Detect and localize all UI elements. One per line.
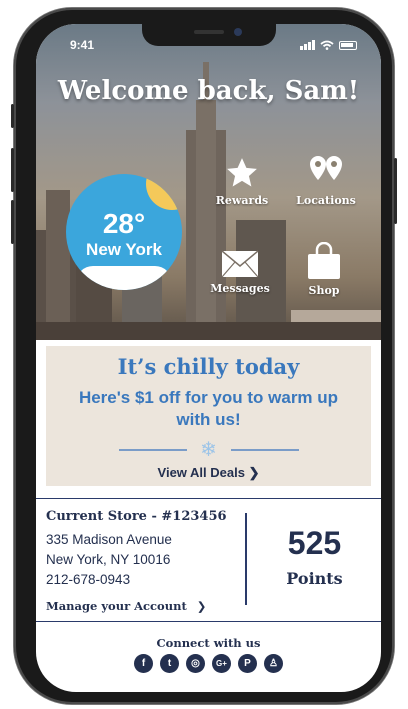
mute-switch bbox=[11, 104, 14, 128]
social-links: f t ◎ G+ P ♙ bbox=[36, 654, 381, 673]
messages-button[interactable]: Messages bbox=[202, 250, 278, 295]
power-button bbox=[394, 158, 397, 224]
points-label: Points bbox=[286, 569, 343, 588]
wifi-icon bbox=[320, 40, 334, 50]
locations-button[interactable]: Locations bbox=[288, 154, 364, 207]
pinterest-icon[interactable]: P bbox=[238, 654, 257, 673]
rewards-label: Rewards bbox=[215, 194, 269, 207]
map-pin-icon bbox=[310, 156, 342, 180]
status-icons bbox=[300, 40, 357, 50]
app-screen: 9:41 Welcome back, Sam! 28° New York Rew… bbox=[36, 24, 381, 692]
volume-up-button bbox=[11, 148, 14, 192]
store-address-line1: 335 Madison Avenue bbox=[46, 532, 172, 547]
manage-account-link[interactable]: Manage your Account ❯ bbox=[46, 599, 206, 613]
shopping-bag-icon bbox=[308, 242, 340, 279]
snapchat-icon[interactable]: ♙ bbox=[264, 654, 283, 673]
weather-widget[interactable]: 28° New York bbox=[66, 174, 182, 290]
store-section: Current Store - #123456 335 Madison Aven… bbox=[36, 498, 381, 622]
instagram-icon[interactable]: ◎ bbox=[186, 654, 205, 673]
connect-label: Connect with us bbox=[156, 636, 261, 650]
messages-label: Messages bbox=[210, 282, 270, 295]
welcome-heading: Welcome back, Sam! bbox=[57, 76, 360, 106]
status-bar: 9:41 bbox=[62, 38, 357, 54]
shop-button[interactable]: Shop bbox=[286, 242, 362, 297]
envelope-icon bbox=[221, 250, 259, 278]
signal-icon bbox=[300, 40, 315, 50]
star-icon bbox=[227, 158, 257, 187]
battery-icon bbox=[339, 41, 357, 50]
weather-city: New York bbox=[86, 240, 162, 259]
weather-temperature: 28° bbox=[102, 208, 146, 239]
view-all-deals-label: View All Deals bbox=[157, 465, 245, 480]
store-phone[interactable]: 212-678-0943 bbox=[46, 570, 172, 590]
store-address-line2: New York, NY 10016 bbox=[46, 552, 171, 567]
shop-label: Shop bbox=[308, 284, 340, 297]
chevron-right-icon: ❯ bbox=[196, 599, 207, 613]
speaker bbox=[194, 30, 224, 34]
deal-divider: ❄ bbox=[118, 439, 299, 461]
status-time: 9:41 bbox=[70, 38, 95, 52]
google-plus-icon[interactable]: G+ bbox=[212, 654, 231, 673]
points-value: 525 bbox=[287, 525, 342, 561]
sun-icon bbox=[146, 174, 182, 210]
deal-headline: It’s chilly today bbox=[117, 354, 300, 379]
rewards-button[interactable]: Rewards bbox=[204, 156, 280, 207]
camera bbox=[234, 28, 242, 36]
volume-down-button bbox=[11, 200, 14, 244]
cloud-icon bbox=[76, 266, 172, 290]
locations-label: Locations bbox=[296, 194, 356, 207]
store-divider bbox=[245, 513, 247, 605]
manage-account-label: Manage your Account bbox=[46, 599, 187, 613]
current-store-title: Current Store - #123456 bbox=[46, 509, 227, 524]
deal-card[interactable]: It’s chilly today Here's $1 off for you … bbox=[46, 346, 371, 486]
store-address: 335 Madison Avenue New York, NY 10016 21… bbox=[46, 530, 172, 590]
deal-body: Here's $1 off for you to warm up with us… bbox=[78, 388, 339, 429]
facebook-icon[interactable]: f bbox=[134, 654, 153, 673]
chevron-right-icon: ❯ bbox=[248, 465, 260, 480]
hero-banner: 9:41 Welcome back, Sam! 28° New York Rew… bbox=[36, 24, 381, 340]
view-all-deals-link[interactable]: View All Deals ❯ bbox=[46, 465, 371, 481]
snowflake-icon: ❄ bbox=[200, 439, 217, 461]
twitter-icon[interactable]: t bbox=[160, 654, 179, 673]
